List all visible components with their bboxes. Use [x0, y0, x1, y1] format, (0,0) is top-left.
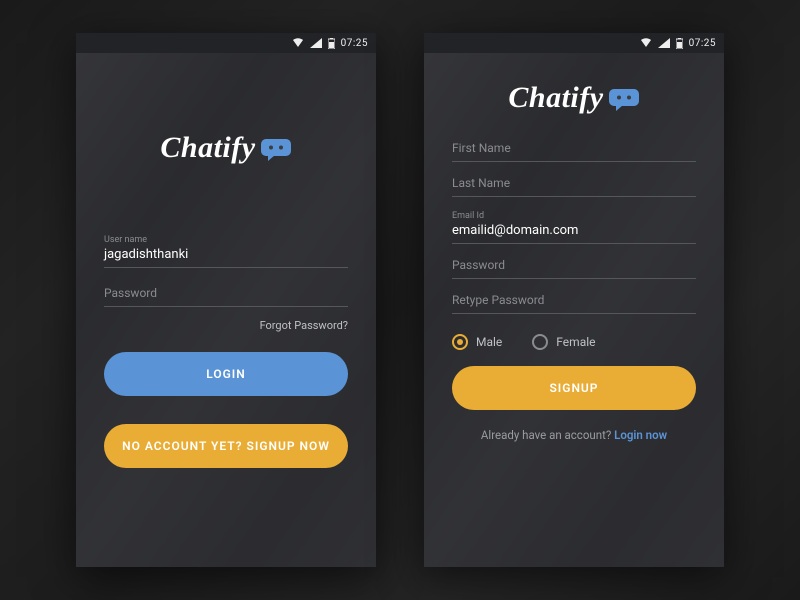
username-value: jagadishthanki — [104, 247, 348, 268]
gender-male-label: Male — [476, 335, 502, 349]
clock: 07:25 — [689, 38, 716, 49]
signup-screen: 07:25 Chatify First Name Last Name Email… — [424, 33, 724, 567]
gender-radio-group: Male Female — [452, 334, 696, 350]
username-label: User name — [104, 235, 348, 245]
gender-female-radio[interactable]: Female — [532, 334, 595, 350]
app-logo: Chatify — [452, 81, 696, 115]
first-name-placeholder: First Name — [452, 141, 696, 162]
signal-icon — [310, 38, 322, 48]
email-value: emailid@domain.com — [452, 223, 696, 244]
logo-text: Chatify — [160, 131, 255, 165]
last-name-field[interactable]: Last Name — [452, 176, 696, 197]
wifi-icon — [640, 38, 652, 48]
wifi-icon — [292, 38, 304, 48]
status-bar: 07:25 — [76, 33, 376, 53]
clock: 07:25 — [341, 38, 368, 49]
first-name-field[interactable]: First Name — [452, 141, 696, 162]
signup-now-button[interactable]: NO ACCOUNT YET? SIGNUP NOW — [104, 424, 348, 468]
password-placeholder: Password — [104, 286, 348, 307]
chat-bubble-icon — [608, 88, 640, 112]
radio-icon — [452, 334, 468, 350]
retype-password-placeholder: Retype Password — [452, 293, 696, 314]
chat-bubble-icon — [260, 138, 292, 162]
already-have-account: Already have an account? Login now — [452, 428, 696, 442]
app-logo: Chatify — [104, 131, 348, 165]
email-field[interactable]: Email Id emailid@domain.com — [452, 211, 696, 244]
signal-icon — [658, 38, 670, 48]
login-button[interactable]: LOGIN — [104, 352, 348, 396]
radio-icon — [532, 334, 548, 350]
forgot-password-link[interactable]: Forgot Password? — [104, 319, 348, 332]
password-field[interactable]: Password — [104, 286, 348, 307]
password-placeholder: Password — [452, 258, 696, 279]
status-bar: 07:25 — [424, 33, 724, 53]
signup-button[interactable]: SIGNUP — [452, 366, 696, 410]
username-field[interactable]: User name jagadishthanki — [104, 235, 348, 268]
login-now-link[interactable]: Login now — [614, 428, 667, 442]
email-label: Email Id — [452, 211, 696, 221]
last-name-placeholder: Last Name — [452, 176, 696, 197]
retype-password-field[interactable]: Retype Password — [452, 293, 696, 314]
already-text: Already have an account? — [481, 428, 614, 442]
battery-icon — [676, 38, 683, 49]
gender-female-label: Female — [556, 335, 595, 349]
gender-male-radio[interactable]: Male — [452, 334, 502, 350]
logo-text: Chatify — [508, 81, 603, 115]
login-screen: 07:25 Chatify User name jagadishthanki P… — [76, 33, 376, 567]
password-field[interactable]: Password — [452, 258, 696, 279]
battery-icon — [328, 38, 335, 49]
